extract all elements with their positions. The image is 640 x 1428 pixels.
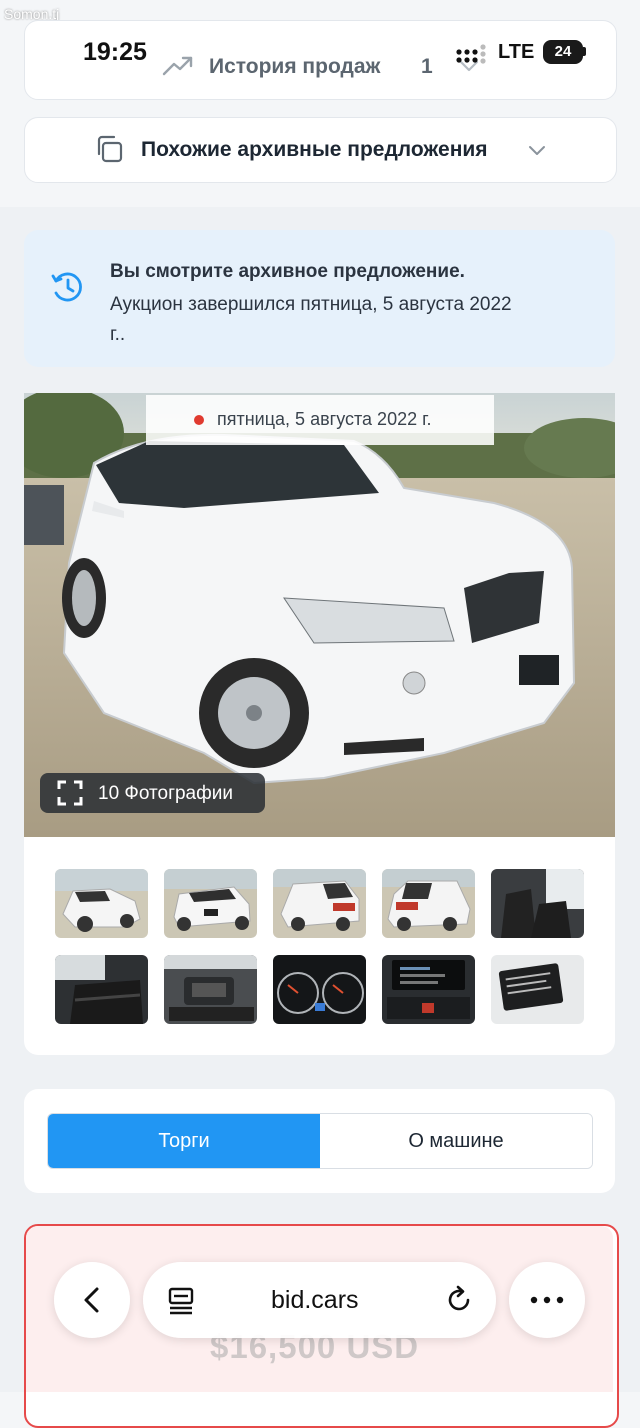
more-icon bbox=[530, 1296, 564, 1304]
battery-cap bbox=[583, 47, 586, 56]
thumbnail-infotainment[interactable] bbox=[382, 955, 475, 1024]
sales-history-count: 1 bbox=[421, 55, 433, 78]
copy-icon bbox=[97, 135, 123, 163]
similar-offers-label: Похожие архивные предложения bbox=[141, 138, 488, 161]
tab-about-car[interactable]: О машине bbox=[320, 1114, 592, 1168]
reader-mode-icon[interactable] bbox=[166, 1285, 196, 1315]
thumbnail-instrument-cluster[interactable] bbox=[273, 955, 366, 1024]
archive-notice-title: Вы смотрите архивное предложение. bbox=[110, 261, 465, 282]
url-text: bid.cars bbox=[271, 1286, 359, 1314]
reload-icon[interactable] bbox=[444, 1285, 474, 1315]
battery-icon: 24 bbox=[543, 40, 583, 64]
thumbnail-front[interactable] bbox=[164, 869, 257, 938]
status-time: 19:25 bbox=[83, 38, 147, 66]
main-car-photo[interactable] bbox=[24, 393, 615, 837]
auction-date: пятница, 5 августа 2022 г. bbox=[217, 409, 432, 429]
expand-icon bbox=[57, 780, 83, 806]
thumbnail-rear-right[interactable] bbox=[382, 869, 475, 938]
chevron-left-icon bbox=[84, 1287, 99, 1313]
battery-level: 24 bbox=[554, 43, 572, 60]
tab-bidding[interactable]: Торги bbox=[48, 1114, 320, 1168]
network-type: LTE bbox=[498, 41, 535, 63]
thumbnail-rear-interior[interactable] bbox=[55, 955, 148, 1024]
thumbnail-front-interior[interactable] bbox=[491, 869, 584, 938]
tab-bar: Торги О машине bbox=[47, 1113, 593, 1169]
signal-icon bbox=[456, 44, 486, 64]
sales-history-label: История продаж bbox=[209, 55, 381, 78]
chevron-down-icon bbox=[529, 146, 545, 155]
thumbnail-vin-label[interactable] bbox=[491, 955, 584, 1024]
archive-notice-text: Аукцион завершился пятница, 5 августа 20… bbox=[110, 294, 512, 345]
thumbnail-rear-left[interactable] bbox=[273, 869, 366, 938]
trending-up-icon bbox=[162, 56, 193, 76]
auction-status-dot bbox=[194, 415, 204, 425]
thumbnail-engine-bay[interactable] bbox=[164, 955, 257, 1024]
thumbnail-front-left[interactable] bbox=[55, 869, 148, 938]
history-icon bbox=[51, 272, 82, 302]
photos-button-label: 10 Фотографии bbox=[98, 783, 233, 804]
